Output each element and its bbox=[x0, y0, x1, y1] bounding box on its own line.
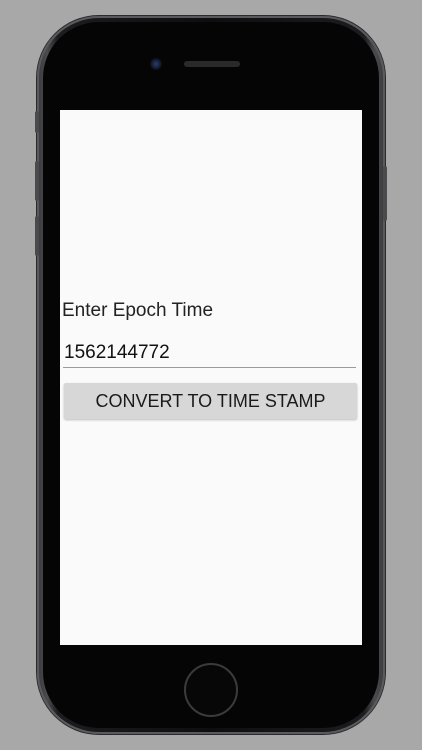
power-button bbox=[383, 166, 387, 221]
home-button[interactable] bbox=[184, 663, 238, 717]
epoch-time-input[interactable] bbox=[63, 338, 356, 368]
app-screen: Enter Epoch Time CONVERT TO TIME STAMP bbox=[60, 110, 362, 645]
earpiece-speaker bbox=[184, 61, 240, 67]
mute-switch bbox=[35, 111, 39, 133]
volume-up-button bbox=[35, 161, 39, 201]
volume-down-button bbox=[35, 216, 39, 256]
epoch-time-label: Enter Epoch Time bbox=[62, 300, 214, 321]
front-camera-icon bbox=[150, 58, 162, 70]
convert-to-timestamp-button[interactable]: CONVERT TO TIME STAMP bbox=[64, 383, 357, 419]
